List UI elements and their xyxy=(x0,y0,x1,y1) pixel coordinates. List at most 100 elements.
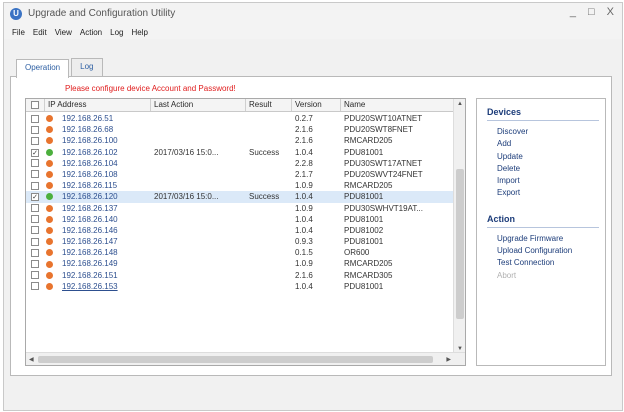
menu-action[interactable]: Action xyxy=(80,28,102,37)
row-checkbox-cell xyxy=(26,247,45,258)
devices-actions: Discover Add Update Delete Import Export xyxy=(497,126,605,200)
row-checkbox[interactable] xyxy=(31,282,39,291)
ip-address: 192.168.26.68 xyxy=(62,125,114,135)
menu-edit[interactable]: Edit xyxy=(33,28,47,37)
vertical-scrollbar[interactable]: ▲ ▼ xyxy=(453,99,465,354)
action-link-test-connection[interactable]: Test Connection xyxy=(497,257,605,269)
table-row[interactable]: 192.168.26.148 0.1.5 OR600 xyxy=(26,247,454,258)
table-row[interactable]: 192.168.26.137 1.0.9 PDU30SWHVT19AT... xyxy=(26,203,454,214)
row-checkbox[interactable]: ✓ xyxy=(31,193,39,202)
row-checkbox[interactable] xyxy=(31,181,39,190)
column-header-ip[interactable]: IP Address xyxy=(45,99,151,111)
column-header-result[interactable]: Result xyxy=(246,99,292,111)
action-link-abort[interactable]: Abort xyxy=(497,270,605,282)
scroll-right-icon[interactable]: ▶ xyxy=(446,356,451,363)
row-checkbox[interactable] xyxy=(31,271,39,280)
version-cell: 2.1.6 xyxy=(295,136,313,146)
row-checkbox[interactable] xyxy=(31,259,39,268)
result-cell xyxy=(246,214,292,225)
table-row[interactable]: 192.168.26.115 1.0.9 RMCARD205 xyxy=(26,180,454,191)
name-cell: RMCARD205 xyxy=(344,259,393,269)
horizontal-scrollbar[interactable]: ◀ ▶ xyxy=(26,352,465,365)
vertical-scroll-thumb[interactable] xyxy=(456,169,464,319)
version-cell: 1.0.4 xyxy=(295,192,313,202)
devices-link-delete[interactable]: Delete xyxy=(497,163,605,175)
ip-address: 192.168.26.146 xyxy=(62,225,118,235)
horizontal-scroll-thumb[interactable] xyxy=(38,356,433,363)
status-dot-icon xyxy=(46,159,53,167)
row-checkbox-cell xyxy=(26,203,45,214)
action-link-upload-configuration[interactable]: Upload Configuration xyxy=(497,245,605,257)
table-row[interactable]: ✓ 192.168.26.102 2017/03/16 15:0... Success… xyxy=(26,147,454,158)
devices-link-import[interactable]: Import xyxy=(497,175,605,187)
result-cell xyxy=(246,270,292,281)
row-checkbox[interactable] xyxy=(31,226,39,235)
status-dot-icon xyxy=(46,226,53,234)
row-checkbox-cell: ✓ xyxy=(26,191,45,202)
row-checkbox[interactable] xyxy=(31,237,39,246)
table-row[interactable]: ✓ 192.168.26.120 2017/03/16 15:0... Success… xyxy=(26,191,454,203)
row-checkbox-cell: ✓ xyxy=(26,147,45,158)
minimize-button[interactable]: _ xyxy=(570,6,576,18)
table-row[interactable]: 192.168.26.151 2.1.6 RMCARD305 xyxy=(26,270,454,281)
window-title: Upgrade and Configuration Utility xyxy=(28,8,176,19)
table-row[interactable]: 192.168.26.68 2.1.6 PDU20SWT8FNET xyxy=(26,124,454,135)
table-row[interactable]: 192.168.26.104 2.2.8 PDU30SWT17ATNET xyxy=(26,158,454,169)
table-row[interactable]: 192.168.26.140 1.0.4 PDU81001 xyxy=(26,214,454,225)
status-dot-icon xyxy=(46,182,53,190)
tab-log[interactable]: Log xyxy=(71,58,103,77)
result-cell xyxy=(246,247,292,258)
action-link-upgrade-firmware[interactable]: Upgrade Firmware xyxy=(497,233,605,245)
table-row[interactable]: 192.168.26.149 1.0.9 RMCARD205 xyxy=(26,258,454,269)
menu-view[interactable]: View xyxy=(55,28,72,37)
row-checkbox[interactable] xyxy=(31,136,39,145)
row-checkbox[interactable] xyxy=(31,170,39,179)
result-cell xyxy=(246,236,292,247)
select-all-checkbox[interactable] xyxy=(31,100,39,109)
row-checkbox-cell xyxy=(26,281,45,292)
tab-operation[interactable]: Operation xyxy=(16,59,70,78)
select-all-column xyxy=(26,99,45,111)
table-row[interactable]: 192.168.26.51 0.2.7 PDU20SWT10ATNET xyxy=(26,113,454,124)
row-checkbox[interactable] xyxy=(31,125,39,134)
ip-cell: 192.168.26.153 xyxy=(45,281,151,292)
row-checkbox[interactable]: ✓ xyxy=(31,148,39,157)
menu-file[interactable]: File xyxy=(12,28,25,37)
last-action-cell xyxy=(151,236,246,247)
column-header-name[interactable]: Name xyxy=(341,99,454,111)
name-cell: PDU81001 xyxy=(344,214,384,224)
row-checkbox[interactable] xyxy=(31,114,39,123)
table-row[interactable]: 192.168.26.147 0.9.3 PDU81001 xyxy=(26,236,454,247)
scroll-up-icon[interactable]: ▲ xyxy=(457,101,463,107)
column-header-version[interactable]: Version xyxy=(292,99,341,111)
row-checkbox-cell xyxy=(26,180,45,191)
scroll-left-icon[interactable]: ◀ xyxy=(29,356,34,363)
table-row[interactable]: 192.168.26.146 1.0.4 PDU81002 xyxy=(26,225,454,236)
devices-link-export[interactable]: Export xyxy=(497,187,605,199)
ip-address: 192.168.26.149 xyxy=(62,259,118,269)
status-dot-icon xyxy=(46,193,53,201)
devices-link-update[interactable]: Update xyxy=(497,151,605,163)
menu-log[interactable]: Log xyxy=(110,28,123,37)
ip-cell: 192.168.26.140 xyxy=(45,214,151,225)
maximize-button[interactable]: □ xyxy=(588,6,595,18)
ip-cell: 192.168.26.104 xyxy=(45,158,151,169)
menu-help[interactable]: Help xyxy=(131,28,147,37)
row-checkbox[interactable] xyxy=(31,215,39,224)
table-row[interactable]: 192.168.26.108 2.1.7 PDU20SWVT24FNET xyxy=(26,169,454,180)
name-cell: PDU81001 xyxy=(344,147,384,157)
row-checkbox[interactable] xyxy=(31,204,39,212)
column-header-last-action[interactable]: Last Action xyxy=(151,99,246,111)
row-checkbox[interactable] xyxy=(31,159,39,168)
devices-link-add[interactable]: Add xyxy=(497,138,605,150)
name-cell: PDU81001 xyxy=(344,237,384,247)
status-dot-icon xyxy=(46,260,53,268)
close-button[interactable]: X xyxy=(607,6,614,18)
table-row[interactable]: 192.168.26.153 1.0.4 PDU81001 xyxy=(26,281,454,292)
name-cell: PDU81001 xyxy=(344,192,384,202)
ip-cell: 192.168.26.68 xyxy=(45,124,151,135)
devices-link-discover[interactable]: Discover xyxy=(497,126,605,138)
version-cell: 1.0.4 xyxy=(295,281,313,291)
row-checkbox[interactable] xyxy=(31,248,39,257)
table-row[interactable]: 192.168.26.100 2.1.6 RMCARD205 xyxy=(26,135,454,146)
